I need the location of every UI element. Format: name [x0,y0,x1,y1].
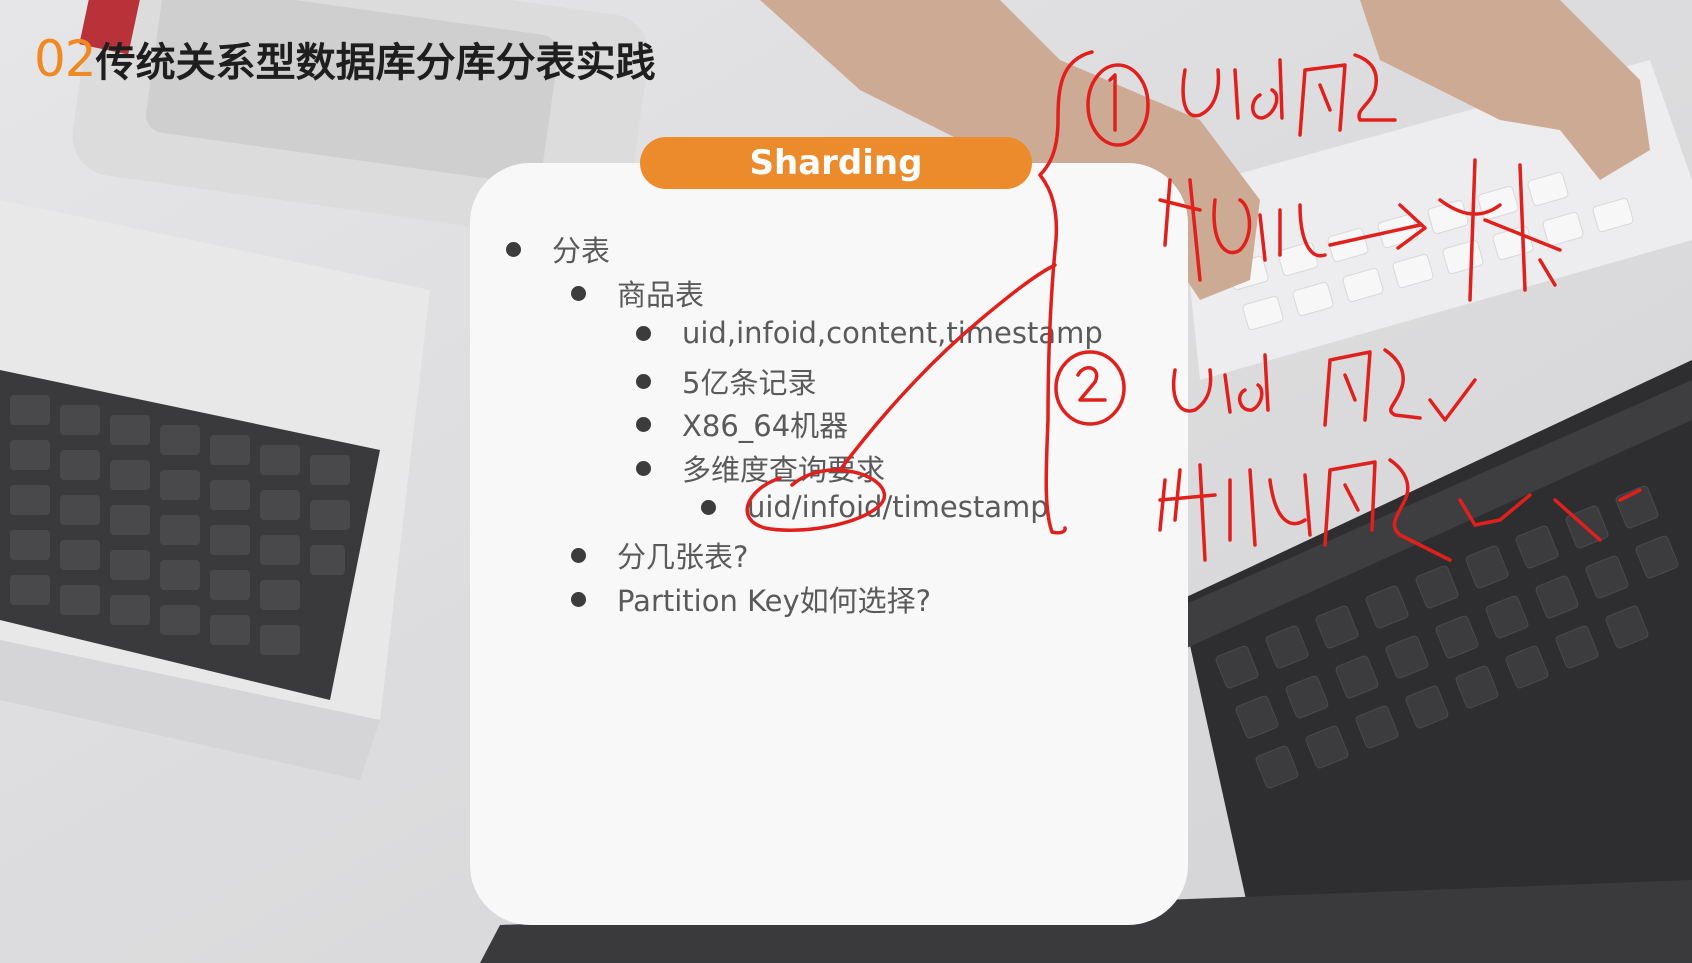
slide-title-text: 传统关系型数据库分库分表实践 [95,40,656,86]
slide-title: 02传统关系型数据库分库分表实践 [34,30,656,88]
slide-number: 02 [34,30,97,88]
content-card [470,163,1188,925]
sharding-badge: Sharding [640,137,1032,189]
